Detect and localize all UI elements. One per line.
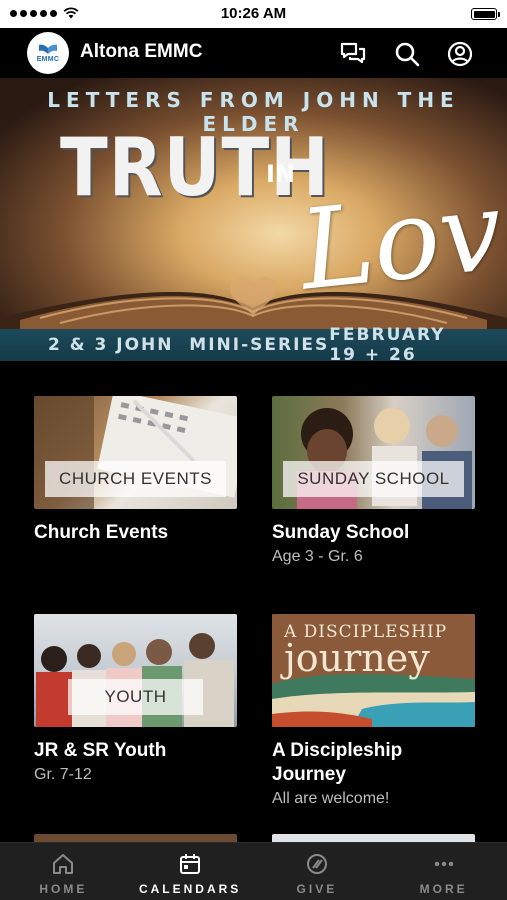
tab-give[interactable]: GIVE [254,843,381,900]
tab-more[interactable]: MORE [380,843,507,900]
give-icon [306,854,327,874]
card-title: Church Events [34,522,169,543]
sunday-school-image: SUNDAY SCHOOL [272,396,475,509]
hero-title-in: IN [266,160,296,188]
card-subtitle: Age 3 - Gr. 6 [272,547,363,565]
tab-calendars[interactable]: CALENDARS [127,843,254,900]
hero-series-name: 2 & 3 JOHN MINI-SERIES [48,335,330,355]
discipleship-image-heading-2: journey [284,636,430,680]
card-title: Sunday School [272,522,410,543]
messages-button[interactable] [339,40,367,68]
search-button[interactable] [393,40,421,68]
more-icon [434,861,453,867]
account-icon [447,41,473,67]
card-sunday-school[interactable]: SUNDAY SCHOOL Sunday School Age 3 - Gr. … [272,396,475,566]
profile-button[interactable] [446,40,474,68]
church-events-image: CHURCH EVENTS [34,396,237,509]
app-title: Altona EMMC [80,41,203,62]
status-time: 10:26 AM [220,5,287,22]
book-logo-icon [39,44,57,54]
tab-label: HOME [39,882,88,896]
chat-icon [340,42,366,64]
card-title: A Discipleship Journey [272,740,403,785]
app-header: EMMC Altona EMMC [0,28,507,78]
battery-icon [471,8,500,20]
card-image-label: YOUTH [68,679,203,715]
card-discipleship-journey[interactable]: A DISCIPLESHIP journey A Discipleship Jo… [272,614,475,808]
status-bar: 10:26 AM [0,0,507,28]
card-church-events[interactable]: CHURCH EVENTS Church Events [34,396,237,545]
tab-label: GIVE [296,882,338,896]
youth-image: YOUTH [34,614,237,727]
card-image-label: SUNDAY SCHOOL [283,461,464,497]
home-icon [53,854,74,874]
search-icon [395,42,420,67]
card-subtitle: All are welcome! [272,789,390,807]
logo-text: EMMC [36,56,60,63]
discipleship-image: A DISCIPLESHIP journey [272,614,475,727]
tab-label: MORE [419,882,468,896]
card-title: JR & SR Youth [34,740,167,761]
church-logo[interactable]: EMMC [27,32,69,74]
card-image-label: CHURCH EVENTS [45,461,226,497]
tab-label: CALENDARS [138,882,242,896]
card-subtitle: Gr. 7-12 [34,765,92,783]
calendar-icon [180,854,201,874]
card-youth[interactable]: YOUTH JR & SR Youth Gr. 7-12 [34,614,237,784]
hero-dates: FEBRUARY 19 + 26 [329,325,446,361]
hero-banner[interactable]: LETTERS FROM JOHN THE ELDER TRUTH IN Lov… [0,78,507,361]
tab-home[interactable]: HOME [0,843,127,900]
hero-info-band: 2 & 3 JOHN MINI-SERIES FEBRUARY 19 + 26 [0,325,507,361]
bottom-tab-bar: HOME CALENDARS GIVE MORE [0,842,507,900]
